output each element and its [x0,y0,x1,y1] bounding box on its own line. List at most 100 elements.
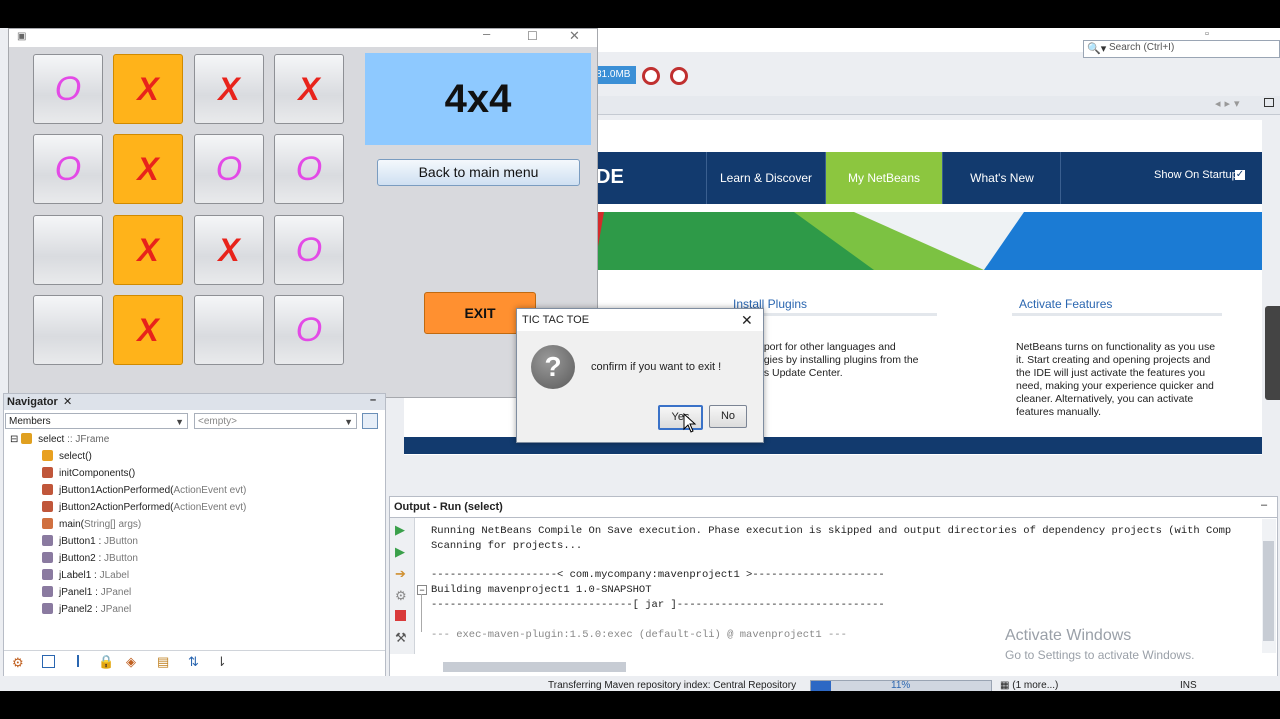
screenrec-tab[interactable] [1265,306,1280,400]
static-filter-icon[interactable] [42,655,55,668]
sort-icon[interactable]: ▤ [157,654,169,670]
output-line: --------------------< com.mycompany:mave… [431,569,885,581]
profiler-icon[interactable] [670,67,688,85]
tree-item[interactable]: jLabel1 : JLabel [42,568,129,584]
close-dialog-icon[interactable]: ✕ [741,309,753,331]
member-icon [42,552,53,563]
tools-icon[interactable]: ⚒ [395,630,407,646]
tictactoe-window: ▣ – ☐ ✕ OXXXOXOOXXOXO 4x4 Back to main m… [8,26,598,398]
members-tree: ⊟ select :: JFrame select() initComponents… [4,432,385,622]
collapse-icon[interactable]: ⊟ [10,434,21,445]
member-icon [42,467,53,478]
cell-r0-c3[interactable]: X [274,54,344,124]
cell-r0-c2[interactable]: X [194,54,264,124]
maximize-window-icon[interactable]: ☐ [527,29,538,43]
stop-icon[interactable] [395,610,406,621]
member-icon [42,450,53,461]
tree-item[interactable]: jButton2 : JButton [42,551,138,567]
activate-features-text: NetBeans turns on functionality as you u… [1016,341,1216,418]
navigator-header: Navigator ✕ – [4,394,385,410]
dialog-title: TIC TAC TOE [522,314,590,326]
cell-r1-c3[interactable]: O [274,134,344,204]
chevron-down-icon: ▼ [344,417,353,427]
memory-indicator[interactable]: 81.0MB [594,66,636,84]
cell-r1-c2[interactable]: O [194,134,264,204]
tree-item[interactable]: jPanel2 : JPanel [42,602,131,618]
empty-select[interactable]: <empty> ▼ [194,413,357,429]
fields-filter-icon[interactable]: ⚙ [12,655,24,671]
cell-r0-c0[interactable]: O [33,54,103,124]
tree-item[interactable]: jPanel1 : JPanel [42,585,131,601]
cell-r3-c3[interactable]: O [274,295,344,365]
cell-r1-c0[interactable]: O [33,134,103,204]
cell-r2-c0[interactable] [33,215,103,285]
gc-icon[interactable] [642,67,660,85]
chevron-down-icon: ▼ [175,417,184,427]
output-line: Scanning for projects... [431,540,583,552]
lock-icon[interactable]: 🔒 [98,654,114,670]
cell-r3-c0[interactable] [33,295,103,365]
navigator-options-icon[interactable] [362,413,378,429]
cell-r3-c1[interactable]: X [113,295,183,365]
member-icon [42,501,53,512]
close-navigator-icon[interactable]: ✕ [63,394,72,410]
minimize-panel-icon[interactable]: – [370,392,376,408]
confirm-dialog: TIC TAC TOE ✕ ? confirm if you want to e… [516,308,764,443]
inherited-filter-icon[interactable]: ◈ [126,654,136,670]
tab-whats-new[interactable]: What's New [942,152,1061,204]
step-icon[interactable]: ➔ [395,566,406,582]
cell-r3-c2[interactable] [194,295,264,365]
tree-item[interactable]: jButton1 : JButton [42,534,138,550]
tree-item[interactable]: initComponents() [42,466,135,482]
cell-r2-c1[interactable]: X [113,215,183,285]
minimize-output-icon[interactable]: – [1261,499,1267,511]
output-line: Building mavenproject1 1.0-SNAPSHOT [431,584,652,596]
output-line: --- exec-maven-plugin:1.5.0:exec (defaul… [431,629,847,641]
rerun-with-options-icon[interactable]: ▶ [395,544,405,560]
back-to-main-menu-button[interactable]: Back to main menu [377,159,580,186]
windows-activation-watermark: Activate Windows Go to Settings to activ… [1005,627,1195,662]
cell-r0-c1[interactable]: X [113,54,183,124]
no-button[interactable]: No [709,405,747,428]
screen-top-bar [0,0,1280,28]
member-icon [42,518,53,529]
member-icon [42,603,53,614]
tree-item[interactable]: select() [42,449,92,465]
screen-bottom-bar [0,691,1280,719]
show-on-startup-label: Show On Startup [1154,169,1238,181]
tab-my-netbeans[interactable]: My NetBeans [825,152,942,204]
close-icon[interactable]: ✕ [569,28,580,44]
cell-r1-c1[interactable]: X [113,134,183,204]
vertical-scrollbar[interactable] [1262,519,1276,653]
show-on-startup-checkbox[interactable]: ✓ [1235,170,1245,180]
maximize-icon[interactable] [1264,98,1274,107]
mouse-cursor-icon [683,413,697,433]
minimize-icon[interactable]: – [483,26,490,41]
sort-by-source-icon[interactable]: ⇂ [216,654,227,670]
sort-by-name-icon[interactable]: ⇅ [188,654,199,670]
tree-item[interactable]: jButton1ActionPerformed(ActionEvent evt) [42,483,246,499]
navigator-title: Navigator [7,396,58,408]
tab-learn-discover[interactable]: Learn & Discover [706,152,825,204]
cell-r2-c2[interactable]: X [194,215,264,285]
tree-item[interactable]: main(String[] args) [42,517,141,533]
tree-root[interactable]: ⊟ select :: JFrame [10,432,109,448]
cell-r2-c3[interactable]: O [274,215,344,285]
start-page-banner [594,212,1262,270]
question-icon: ? [531,345,575,389]
tab-output-run[interactable]: Output - Run (select) ✕ [390,497,520,533]
members-filter-select[interactable]: Members ▼ [5,413,188,429]
install-plugins-text: pport for other languages and ogies by i… [758,341,919,379]
tab-scroll-arrows-icon[interactable]: ◂▸▾ [1215,97,1244,110]
rerun-icon[interactable]: ▶ [395,522,405,538]
member-icon [42,569,53,580]
member-icon [42,484,53,495]
ide-search-field[interactable]: 🔍▾ Search (Ctrl+I) [1083,40,1280,58]
nonpublic-filter-icon[interactable] [77,655,79,667]
settings-icon[interactable]: ⚙ [395,588,407,604]
activate-features-link[interactable]: Activate Features [1019,297,1112,311]
tree-item[interactable]: jButton2ActionPerformed(ActionEvent evt) [42,500,246,516]
collapse-fold-icon[interactable]: − [417,585,427,595]
netbeans-brand: DE [596,166,624,188]
ide-window-control-icon[interactable]: ▫ [1205,28,1209,40]
